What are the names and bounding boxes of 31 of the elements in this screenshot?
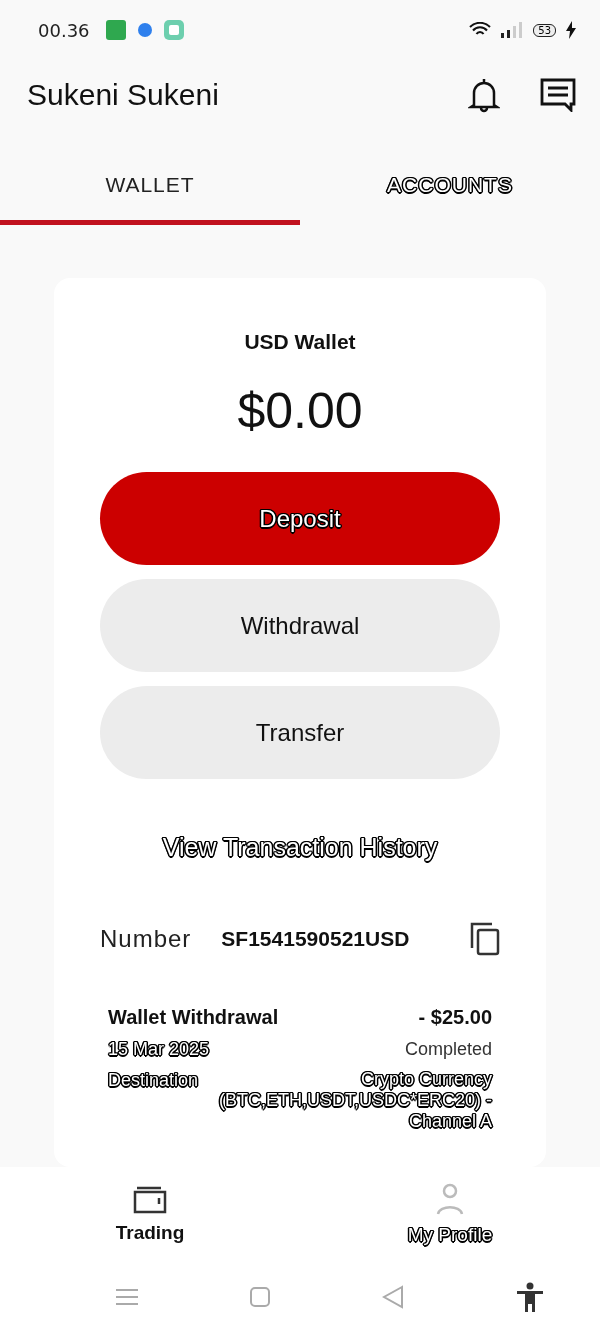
accessibility-icon[interactable] (516, 1281, 544, 1312)
app-icon (105, 20, 126, 40)
app-icon (135, 21, 154, 39)
number-label: Number (100, 925, 192, 953)
action-button[interactable]: Transfer (100, 686, 500, 779)
balance: $0.00 (236, 382, 364, 440)
message-icon[interactable] (540, 78, 576, 112)
action-button[interactable]: Withdrawal (100, 579, 500, 672)
transaction-amount: - $25.00 (417, 1006, 492, 1029)
person-icon (435, 1181, 465, 1216)
transaction-date: 15 Mar 2025 (108, 1039, 211, 1060)
page-title: Sukeni Sukeni (27, 78, 220, 112)
status-time: 00.36 (38, 19, 90, 41)
wallet-title: USD Wallet (243, 330, 357, 354)
app-icon (163, 20, 184, 40)
transaction-status: Completed (403, 1039, 492, 1060)
nav-item[interactable]: My Profile (300, 1167, 600, 1260)
primary-button[interactable]: Deposit (100, 472, 500, 565)
notification-icon[interactable] (468, 77, 500, 113)
detail-value: Crypto Currency (BTC,ETH,USDT,USDC*ERC20) - Channel A (217, 1069, 492, 1132)
detail-label: Destination (108, 1070, 200, 1091)
transaction-history-link[interactable]: View Transaction History (162, 833, 438, 862)
wallet-number: SF1541590521USD (221, 927, 411, 951)
transaction-title: Wallet Withdrawal (108, 1006, 280, 1029)
nav-item[interactable]: Trading (0, 1167, 300, 1260)
tab[interactable]: WALLET (0, 150, 300, 225)
tab[interactable]: ACCOUNTS (300, 150, 600, 225)
battery-level: 53 (533, 23, 556, 37)
copy-icon[interactable] (470, 922, 500, 956)
charging-icon (566, 21, 576, 39)
signal-icon (501, 22, 524, 38)
